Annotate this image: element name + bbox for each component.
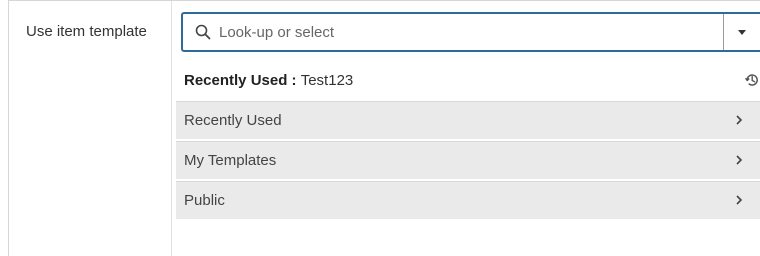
chevron-right-icon xyxy=(736,155,743,165)
history-icon xyxy=(744,74,758,86)
template-dropdown: Recently Used : Test123 Recently Used My… xyxy=(176,57,760,256)
template-search-input[interactable] xyxy=(219,18,699,46)
category-label: Public xyxy=(184,192,225,209)
category-label: My Templates xyxy=(184,152,277,169)
field-label: Use item template xyxy=(26,23,147,40)
chevron-right-icon xyxy=(736,195,743,205)
caret-down-icon xyxy=(738,30,746,35)
recent-heading: Recently Used : xyxy=(184,72,301,89)
recent-item-text: Recently Used : Test123 xyxy=(184,72,353,89)
category-label: Recently Used xyxy=(184,112,282,129)
search-icon xyxy=(195,24,211,40)
dropdown-toggle-button[interactable] xyxy=(724,14,760,50)
label-divider xyxy=(171,1,172,256)
recent-value: Test123 xyxy=(300,72,354,89)
category-recently-used[interactable]: Recently Used xyxy=(176,101,760,139)
category-public[interactable]: Public xyxy=(176,181,760,219)
chevron-right-icon xyxy=(736,115,743,125)
recent-template-item[interactable]: Recently Used : Test123 xyxy=(176,59,760,99)
template-combobox[interactable] xyxy=(181,12,760,52)
category-my-templates[interactable]: My Templates xyxy=(176,141,760,179)
